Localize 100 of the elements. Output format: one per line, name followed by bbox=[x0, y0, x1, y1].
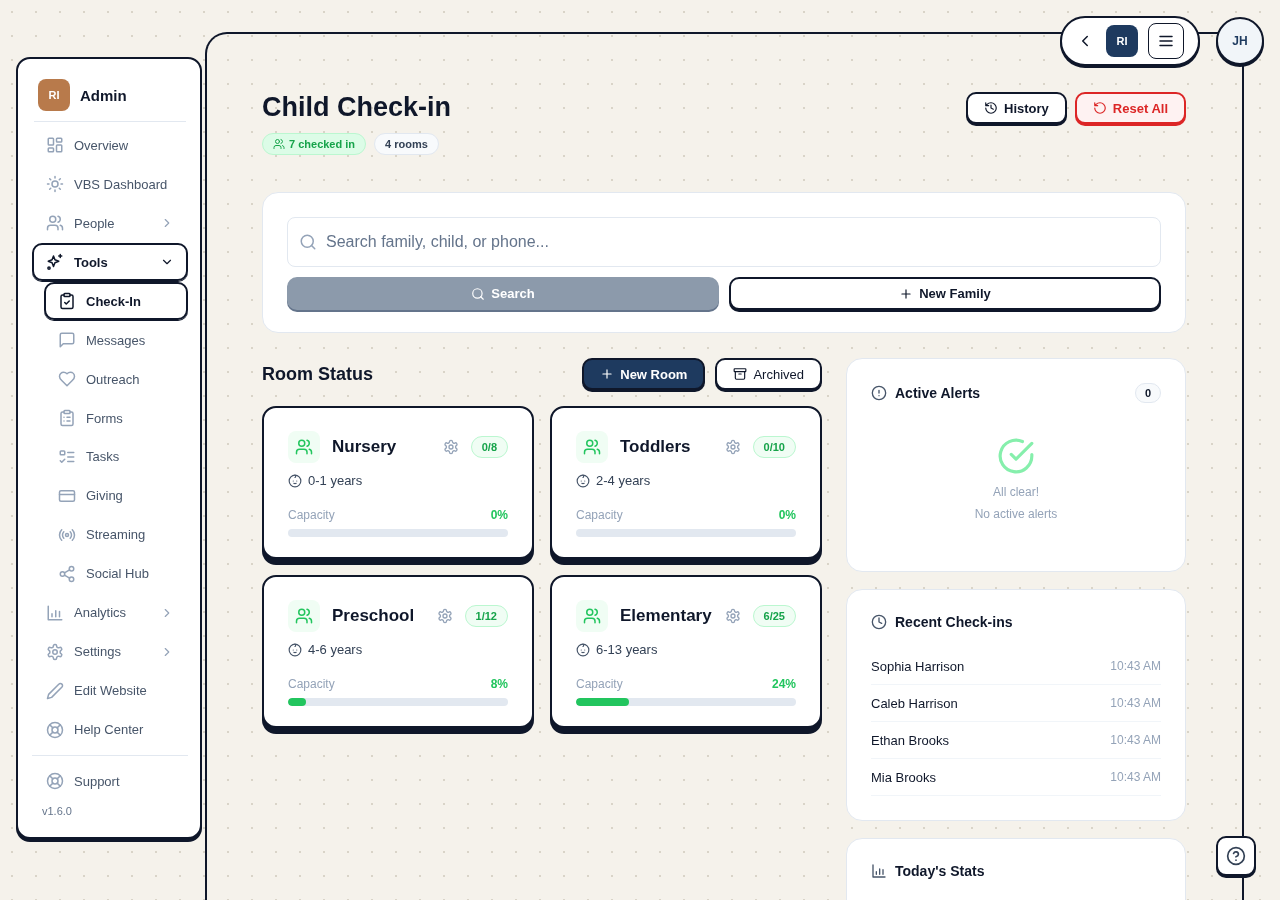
sidebar-item[interactable]: Check-In bbox=[44, 282, 188, 321]
avatar[interactable]: RI bbox=[1106, 25, 1138, 57]
plus-icon bbox=[600, 367, 615, 381]
sidebar-item[interactable]: Messages bbox=[44, 321, 188, 360]
sun-icon bbox=[46, 175, 64, 194]
user-avatar[interactable]: JH bbox=[1216, 17, 1264, 65]
count-badge: 0 bbox=[1134, 383, 1161, 403]
capacity-label: Capacity bbox=[576, 677, 623, 691]
age-range: 2-4 years bbox=[596, 473, 651, 488]
baby-face-icon bbox=[576, 473, 590, 488]
history-button[interactable]: History bbox=[966, 92, 1067, 124]
people-icon bbox=[288, 431, 320, 463]
people-icon bbox=[576, 600, 608, 632]
reset-button[interactable]: Reset All bbox=[1074, 92, 1186, 124]
check-in-time: 10:43 AM bbox=[1110, 733, 1161, 747]
age-range: 6-13 years bbox=[596, 642, 658, 657]
plus-icon bbox=[899, 286, 914, 301]
baby-face-icon bbox=[288, 473, 302, 488]
card-title: Recent Check-ins bbox=[895, 614, 1014, 630]
child-name: Ethan Brooks bbox=[871, 732, 950, 748]
check-in-time: 10:43 AM bbox=[1110, 659, 1161, 673]
bar-chart-icon bbox=[46, 603, 64, 622]
sidebar-item[interactable]: Tools bbox=[32, 243, 188, 282]
settings-icon bbox=[724, 439, 741, 455]
menu-button[interactable] bbox=[1148, 23, 1184, 59]
capacity-label: Capacity bbox=[576, 508, 623, 522]
card-title: Today's Stats bbox=[895, 863, 986, 879]
sidebar-item[interactable]: Social Hub bbox=[44, 554, 188, 593]
age-range: 0-1 years bbox=[308, 473, 363, 488]
empty-text: No active alerts bbox=[974, 507, 1058, 521]
new-family-button[interactable]: New Family bbox=[729, 277, 1161, 310]
capacity-percent: 0% bbox=[778, 508, 796, 522]
page-title: Child Check-in bbox=[262, 92, 451, 123]
baby-face-icon bbox=[576, 642, 590, 657]
sidebar-item[interactable]: Streaming bbox=[44, 515, 188, 554]
baby-face-icon bbox=[288, 642, 302, 657]
bar-chart-icon bbox=[871, 863, 887, 879]
heart-icon bbox=[58, 370, 76, 389]
help-button[interactable] bbox=[1216, 836, 1256, 876]
search-icon bbox=[299, 233, 317, 251]
avatar: RI bbox=[38, 79, 70, 111]
sidebar-item[interactable]: Tasks bbox=[44, 438, 188, 476]
settings-icon bbox=[442, 439, 459, 455]
capacity-label: Capacity bbox=[288, 677, 335, 691]
grid-icon bbox=[46, 136, 64, 155]
check-in-time: 10:43 AM bbox=[1110, 770, 1161, 784]
age-range: 4-6 years bbox=[308, 642, 363, 657]
status-badge: 4 rooms bbox=[374, 133, 439, 155]
lifebuoy-icon bbox=[46, 772, 64, 791]
settings-icon bbox=[46, 642, 64, 661]
people-icon bbox=[576, 431, 608, 463]
checklist-icon bbox=[58, 447, 76, 466]
count-badge: 1/12 bbox=[464, 605, 508, 627]
alert-icon bbox=[871, 385, 887, 401]
child-name: Caleb Harrison bbox=[871, 695, 958, 711]
clipboard-check-icon bbox=[58, 292, 76, 311]
people-icon bbox=[46, 214, 64, 233]
count-badge: 0/8 bbox=[470, 436, 508, 458]
sidebar-item[interactable]: Support bbox=[32, 762, 188, 801]
search-field[interactable]: Search family, child, or phone... bbox=[287, 217, 1161, 267]
people-icon bbox=[288, 600, 320, 632]
check-in-time: 10:43 AM bbox=[1110, 696, 1161, 710]
settings-icon bbox=[436, 608, 453, 624]
card-title: Active Alerts bbox=[895, 385, 982, 401]
room-name: Nursery bbox=[332, 437, 398, 457]
child-name: Mia Brooks bbox=[871, 769, 937, 785]
new-room-button[interactable]: New Room bbox=[582, 358, 706, 390]
version-label: v1.6.0 bbox=[41, 803, 73, 819]
sidebar-item[interactable]: Overview bbox=[32, 126, 188, 165]
lifebuoy-icon bbox=[46, 720, 64, 739]
sidebar-item[interactable]: Giving bbox=[44, 476, 188, 515]
capacity-percent: 24% bbox=[771, 677, 796, 691]
search-icon bbox=[471, 286, 486, 301]
pencil-icon bbox=[46, 681, 64, 700]
section-title: Room Status bbox=[262, 363, 373, 385]
count-badge: 0/10 bbox=[752, 436, 796, 458]
empty-title: All clear! bbox=[993, 485, 1039, 499]
people-icon bbox=[273, 138, 285, 150]
sparkles-icon bbox=[46, 253, 64, 272]
share-icon bbox=[58, 564, 76, 583]
room-name: Elementary bbox=[620, 606, 713, 626]
history-icon bbox=[984, 101, 999, 115]
sidebar-item[interactable]: VBS Dashboard bbox=[32, 165, 188, 204]
settings-icon bbox=[724, 608, 741, 624]
org-title: Admin bbox=[80, 86, 127, 104]
sidebar-item[interactable]: Forms bbox=[44, 399, 188, 437]
sidebar-item[interactable]: Outreach bbox=[44, 360, 188, 399]
sidebar-item[interactable]: Settings bbox=[32, 632, 188, 671]
sidebar-item[interactable]: People bbox=[32, 204, 188, 243]
capacity-percent: 0% bbox=[490, 508, 508, 522]
clock-icon bbox=[871, 614, 887, 630]
sidebar-item[interactable]: Analytics bbox=[32, 593, 188, 632]
room-name: Toddlers bbox=[620, 437, 692, 457]
archive-icon bbox=[733, 367, 748, 381]
archived-button[interactable]: Archived bbox=[715, 358, 822, 390]
count-badge: 6/25 bbox=[752, 605, 796, 627]
sidebar-item[interactable]: Edit Website bbox=[32, 671, 188, 710]
status-badge: 7 checked in bbox=[262, 133, 367, 155]
sidebar-item[interactable]: Help Center bbox=[32, 710, 188, 749]
help-icon bbox=[1226, 846, 1246, 866]
